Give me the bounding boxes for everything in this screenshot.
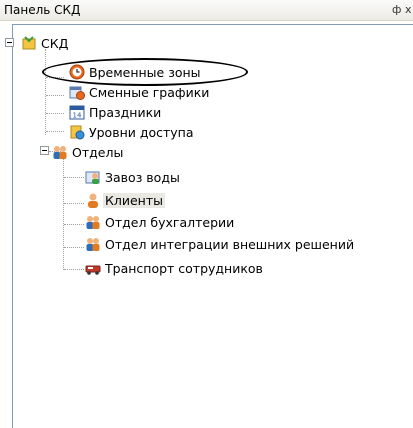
skd-folder-icon [21, 35, 37, 51]
tree-node-label: Клиенты [103, 192, 166, 208]
tree-node-label: Уровни доступа [89, 124, 194, 140]
tree-node-shift-schedules[interactable]: Сменные графики [69, 83, 209, 101]
people-group-icon [85, 214, 101, 230]
pin-icon[interactable]: ф [392, 3, 401, 16]
tree-line [46, 77, 64, 78]
calendar-shift-icon [69, 84, 85, 100]
tree-node-label: Временные зоны [89, 64, 201, 80]
tree-node-access-levels[interactable]: Уровни доступа [69, 123, 194, 141]
tree-line [45, 49, 46, 135]
tree-node-integration[interactable]: Отдел интеграции внешних решений [85, 235, 354, 253]
tree-node-clients[interactable]: Клиенты [85, 191, 166, 209]
people-group-icon [52, 144, 68, 160]
tree-line [64, 177, 84, 178]
tree-node-label: Праздники [89, 104, 162, 120]
tree-node-label: Отдел интеграции внешних решений [105, 236, 355, 252]
tree-node-label: Завоз воды [105, 169, 180, 185]
tree-line [64, 247, 84, 248]
tree-node-accounting[interactable]: Отдел бухгалтерии [85, 213, 234, 231]
close-icon[interactable]: х [405, 3, 413, 16]
tree-line [64, 269, 84, 270]
tree-node-water-delivery[interactable]: Завоз воды [85, 168, 180, 186]
collapse-toggle[interactable] [40, 146, 49, 155]
holiday-calendar-icon: 14 [69, 104, 85, 120]
svg-text:14: 14 [73, 112, 82, 120]
tree-line [46, 113, 64, 114]
tree-line [64, 203, 84, 204]
tree-node-time-zones[interactable]: Временные зоны [69, 63, 201, 81]
tree-line [46, 131, 64, 132]
tree-node-label: Отделы [72, 144, 124, 160]
skd-tree[interactable]: СКД Временные зоны Сменные графики 14 Пр… [5, 24, 413, 428]
tree-node-label: СКД [41, 35, 69, 51]
panel-header: Панель СКД ф х [0, 0, 413, 21]
tree-node-label: Транспорт сотрудников [105, 260, 263, 276]
tree-line [46, 95, 64, 96]
tree-node-label: Сменные графики [89, 84, 210, 100]
tree-line [63, 159, 64, 270]
person-icon [85, 192, 101, 208]
tree-node-transport[interactable]: Транспорт сотрудников [85, 259, 263, 277]
tree-node-departments[interactable]: Отделы [52, 143, 123, 161]
transport-icon [85, 260, 101, 276]
tree-line [64, 224, 84, 225]
skd-panel: Панель СКД ф х СКД Временные зоны Сменны… [0, 0, 413, 428]
clock-icon [69, 64, 85, 80]
panel-title: Панель СКД [4, 3, 81, 17]
tree-node-skd[interactable]: СКД [21, 34, 68, 52]
water-delivery-icon [85, 169, 101, 185]
collapse-toggle[interactable] [5, 38, 14, 47]
people-group-icon [85, 236, 101, 252]
tree-node-holidays[interactable]: 14 Праздники [69, 103, 161, 121]
access-level-icon [69, 124, 85, 140]
tree-node-label: Отдел бухгалтерии [105, 214, 235, 230]
